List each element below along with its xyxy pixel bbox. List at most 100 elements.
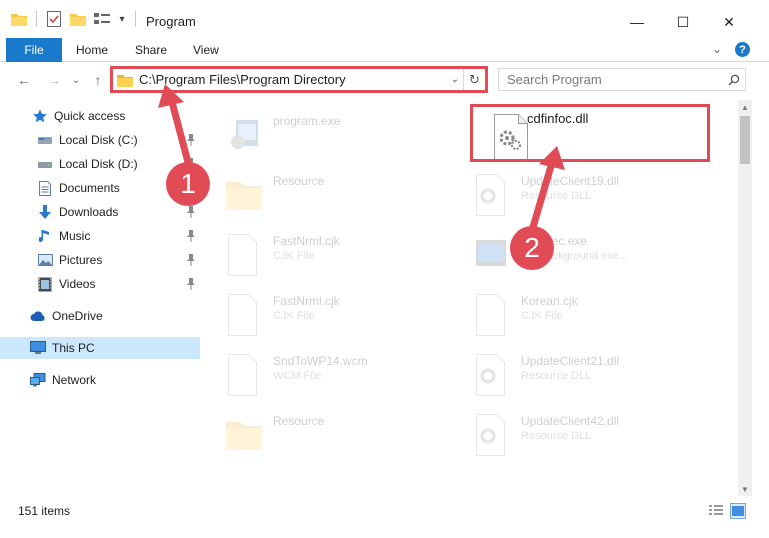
download-icon <box>37 204 53 220</box>
window-title: Program <box>146 14 196 29</box>
scroll-down-icon[interactable]: ▼ <box>738 482 752 496</box>
navigation-pane: Quick access Local Disk (C:) Local Disk … <box>0 100 202 496</box>
search-input[interactable] <box>499 69 723 90</box>
file-type: CJK File <box>521 310 563 322</box>
status-bar: 151 items <box>0 500 769 522</box>
picture-icon <box>37 252 53 268</box>
file-tile-updateclient19-dll[interactable]: UpdateClient19.dll Resource DLL <box>452 166 698 222</box>
pin-icon[interactable] <box>186 206 196 218</box>
sidebar-item-label: Documents <box>59 181 120 195</box>
file-type: CJK File <box>273 310 315 322</box>
cloud-icon <box>30 308 46 324</box>
step-2-badge: 2 <box>510 226 554 270</box>
help-icon[interactable]: ? <box>735 42 750 57</box>
address-path[interactable]: C:\Program Files\Program Directory <box>139 72 447 87</box>
scroll-up-icon[interactable]: ▲ <box>738 100 752 114</box>
maximize-button[interactable]: ☐ <box>660 8 706 36</box>
sidebar-item-label: Videos <box>59 277 96 291</box>
close-button[interactable]: ✕ <box>706 8 752 36</box>
sidebar-item-label: OneDrive <box>52 309 103 323</box>
ribbon-expand-icon[interactable]: ⌄ <box>712 42 722 56</box>
network-icon <box>30 372 46 388</box>
file-tile-program-exe[interactable]: program.exe <box>204 106 450 162</box>
tab-file[interactable]: File <box>6 38 62 62</box>
tab-home[interactable]: Home <box>76 38 108 62</box>
file-name: Resource <box>273 414 325 428</box>
tab-view[interactable]: View <box>193 38 219 62</box>
exe-icon <box>472 234 512 280</box>
sidebar-item-label: Quick access <box>54 109 126 123</box>
file-type: Resource DLL <box>521 430 592 442</box>
step-1-badge: 1 <box>166 162 210 206</box>
sidebar-item-downloads[interactable]: Downloads <box>0 201 200 223</box>
sidebar-item-local-disk-c[interactable]: Local Disk (C:) <box>0 129 200 151</box>
scroll-thumb[interactable] <box>740 116 750 164</box>
file-type: CJK File <box>273 250 315 262</box>
recent-locations-button[interactable]: ⌄ <box>66 70 86 90</box>
file-name: UpdateClient19.dll <box>521 174 620 188</box>
file-tile-korean-cjk[interactable]: Korean.cjk CJK File <box>452 286 698 342</box>
sidebar-item-pictures[interactable]: Pictures <box>0 249 200 271</box>
back-button[interactable]: ← <box>14 70 34 90</box>
computer-icon <box>30 340 46 356</box>
sidebar-item-network[interactable]: Network <box>0 369 200 391</box>
forward-button[interactable]: → <box>44 70 64 90</box>
file-icon <box>472 294 512 340</box>
file-name: SndToWP14.wcm <box>273 354 368 368</box>
file-icon <box>224 354 264 400</box>
file-tile-fastnrml-cjk[interactable]: FastNrml.cjk CJK File <box>204 226 450 282</box>
drive-icon <box>37 156 53 172</box>
sidebar-item-quick-access[interactable]: Quick access <box>0 105 200 127</box>
folder-icon[interactable] <box>10 10 28 28</box>
search-box[interactable] <box>498 68 746 91</box>
customize-toolbar-icon[interactable]: ▾ <box>117 10 127 28</box>
file-tile-updateclient21-dll[interactable]: UpdateClient21.dll Resource DLL <box>452 346 698 402</box>
address-dropdown-icon[interactable]: ⌄ <box>447 74 463 85</box>
sidebar-item-label: This PC <box>52 341 95 355</box>
view-options-icon[interactable] <box>93 10 111 28</box>
sidebar-item-label: Pictures <box>59 253 103 267</box>
toolbar-divider <box>36 11 37 27</box>
file-name: UpdateClient21.dll <box>521 354 620 368</box>
file-name: program.exe <box>273 114 341 128</box>
refresh-button[interactable]: ↻ <box>463 69 485 90</box>
file-tile-exec-exe[interactable]: ...eExec.exe ...Y background exe... <box>452 226 698 282</box>
sidebar-item-videos[interactable]: Videos <box>0 273 200 295</box>
pin-icon[interactable] <box>186 278 196 290</box>
up-button[interactable]: ↑ <box>88 70 108 90</box>
pin-icon[interactable] <box>186 230 196 242</box>
file-type: Resource DLL <box>521 190 592 202</box>
sidebar-item-label: Music <box>59 229 91 243</box>
file-name: Resource <box>273 174 325 188</box>
file-tile-resource-folder-2[interactable]: Resource <box>204 406 450 462</box>
file-type: Resource DLL <box>521 370 592 382</box>
exe-icon <box>224 114 264 160</box>
minimize-button[interactable]: — <box>614 8 660 36</box>
vertical-scrollbar[interactable]: ▲ ▼ <box>738 100 752 496</box>
dll-icon <box>472 414 512 460</box>
sidebar-item-onedrive[interactable]: OneDrive <box>0 305 200 327</box>
file-tile-resource-folder[interactable]: Resource <box>204 166 450 222</box>
properties-icon[interactable] <box>45 10 63 28</box>
new-folder-icon[interactable] <box>69 10 87 28</box>
search-icon[interactable] <box>723 74 745 86</box>
title-bar: ▾ Program — ☐ ✕ <box>0 0 769 38</box>
file-tile-updateclient42-dll[interactable]: UpdateClient42.dll Resource DLL <box>452 406 698 462</box>
file-tile-sndtowp14-wcm[interactable]: SndToWP14.wcm WCM File <box>204 346 450 402</box>
tab-share[interactable]: Share <box>135 38 167 62</box>
video-icon <box>37 276 53 292</box>
sidebar-item-this-pc[interactable]: This PC <box>0 337 200 359</box>
item-count: 151 items <box>18 504 71 518</box>
tiles-view-icon[interactable] <box>730 503 746 519</box>
document-icon <box>37 180 53 196</box>
file-tile-fastnrml-cjk-2[interactable]: FastNrml.cjk CJK File <box>204 286 450 342</box>
pin-icon[interactable] <box>186 134 196 146</box>
address-bar[interactable]: C:\Program Files\Program Directory ⌄ ↻ <box>110 66 488 93</box>
folder-icon <box>117 74 133 87</box>
pin-icon[interactable] <box>186 254 196 266</box>
drive-icon <box>37 132 53 148</box>
details-view-icon[interactable] <box>708 503 724 519</box>
folder-icon <box>224 414 264 460</box>
sidebar-item-music[interactable]: Music <box>0 225 200 247</box>
file-name: UpdateClient42.dll <box>521 414 620 428</box>
